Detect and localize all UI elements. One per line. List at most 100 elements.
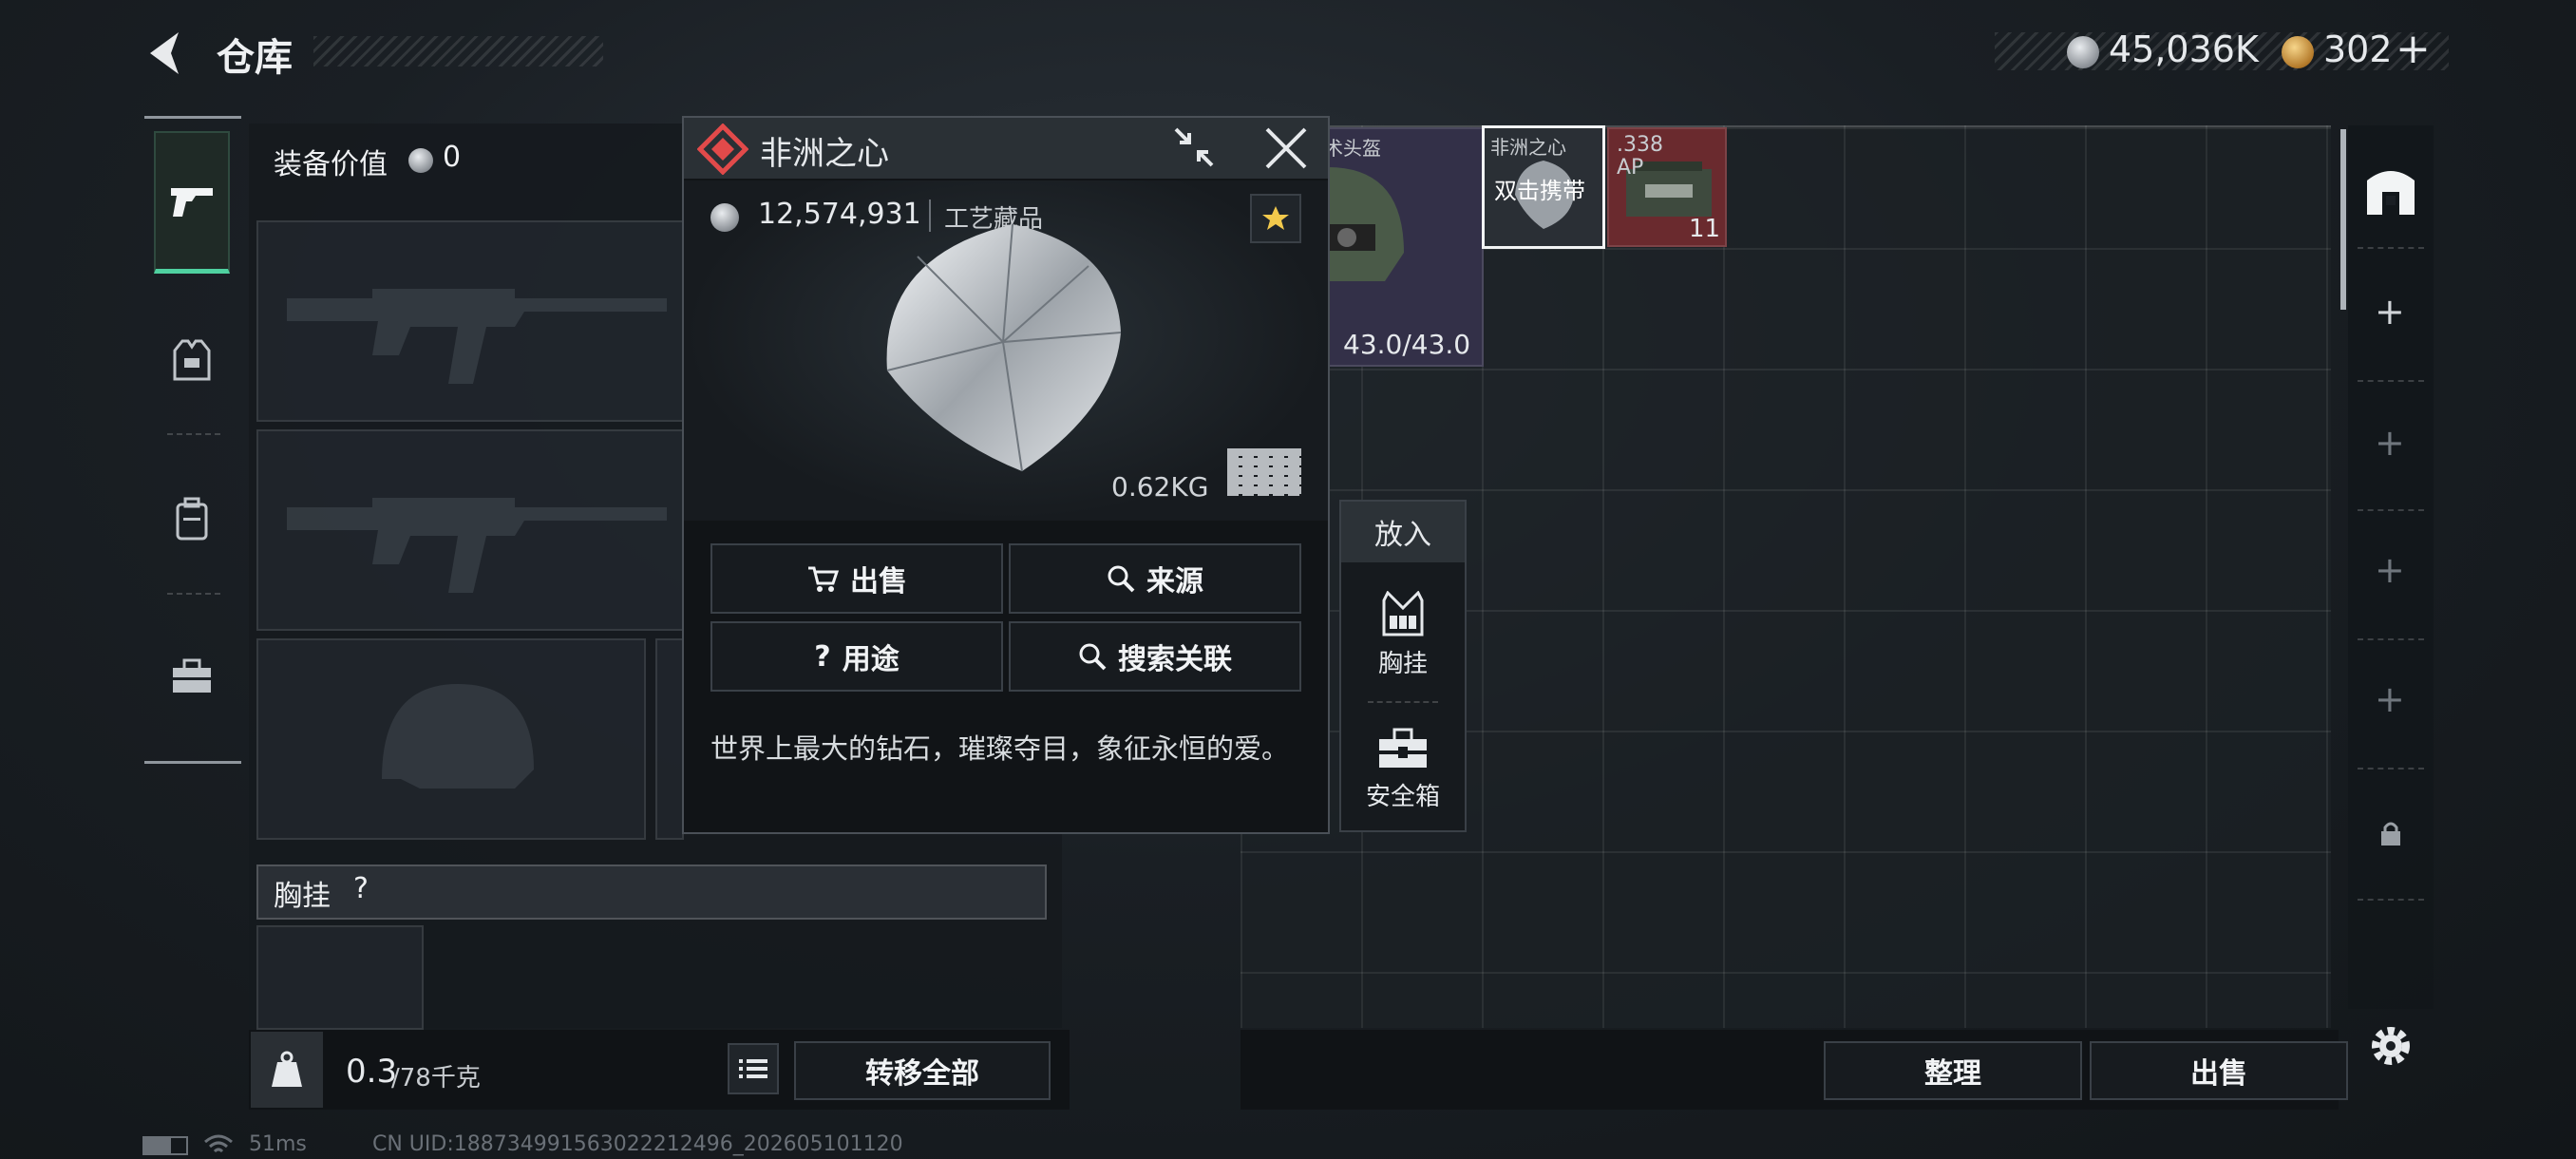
helmet-icon bbox=[382, 684, 534, 788]
sell-selected-button[interactable]: 出售 bbox=[2090, 1041, 2348, 1100]
close-popup-button[interactable] bbox=[1261, 124, 1311, 173]
silver-coin-icon bbox=[710, 203, 739, 232]
rail-divider bbox=[2358, 768, 2424, 770]
add-currency-button[interactable]: + bbox=[2396, 25, 2431, 73]
rail-divider bbox=[2358, 638, 2424, 640]
toolbox-icon bbox=[173, 658, 211, 693]
ping: 51ms bbox=[249, 1132, 307, 1156]
cart-icon bbox=[808, 566, 839, 592]
silver-currency-value: 45,036K bbox=[2109, 28, 2259, 70]
question-icon: ? bbox=[814, 639, 831, 674]
item-size-grid-icon bbox=[1227, 448, 1301, 496]
battery-icon bbox=[142, 1136, 188, 1155]
kg-weight-icon bbox=[272, 1051, 302, 1087]
diamond-item[interactable]: 非洲之心 双击携带 bbox=[1482, 125, 1605, 249]
category-case[interactable] bbox=[154, 638, 230, 714]
favorite-button[interactable] bbox=[1250, 194, 1301, 243]
ammo-count: 11 bbox=[1689, 215, 1721, 243]
rifle-icon bbox=[287, 289, 667, 384]
weight-icon-box bbox=[251, 1032, 323, 1108]
collapse-arrows-icon bbox=[1174, 127, 1214, 167]
rarity-diamond-icon bbox=[697, 124, 748, 175]
helmet-durability: 43.0/43.0 bbox=[1343, 329, 1471, 360]
add-storage-button[interactable]: + bbox=[2375, 291, 2405, 332]
source-button[interactable]: 来源 bbox=[1009, 543, 1301, 614]
vest-icon bbox=[173, 339, 211, 381]
settings-button[interactable] bbox=[2365, 1020, 2416, 1072]
diamond-item-label: 非洲之心 bbox=[1490, 136, 1566, 159]
chest-rig-help-button[interactable]: ? bbox=[353, 872, 369, 905]
safe-box-icon bbox=[1379, 728, 1427, 768]
category-backpack[interactable] bbox=[154, 481, 230, 557]
put-into-safe-box[interactable]: 安全箱 bbox=[1341, 718, 1465, 825]
equip-value-label: 装备价值 bbox=[274, 148, 388, 181]
organize-button[interactable]: 整理 bbox=[1824, 1041, 2082, 1100]
source-button-label: 来源 bbox=[1146, 565, 1203, 598]
storage-page-1[interactable] bbox=[2358, 158, 2424, 224]
add-storage-button[interactable]: + bbox=[2375, 549, 2405, 591]
search-icon bbox=[1079, 643, 1107, 671]
sell-button[interactable]: 出售 bbox=[710, 543, 1003, 614]
title-decoration bbox=[313, 36, 603, 66]
diamond-image bbox=[886, 223, 1122, 472]
current-weight: 0.3 bbox=[346, 1053, 398, 1091]
item-description: 世界上最大的钻石，璀璨夺目，象征永恒的爱。 bbox=[710, 732, 1290, 765]
close-icon bbox=[1265, 127, 1307, 169]
popup-title: 非洲之心 bbox=[760, 135, 889, 173]
backpack-icon bbox=[176, 497, 208, 541]
equip-value: 0 bbox=[443, 141, 462, 174]
list-view-button[interactable] bbox=[728, 1043, 779, 1094]
back-arrow-icon bbox=[150, 32, 179, 74]
star-icon bbox=[1262, 206, 1289, 230]
put-into-chest-rig[interactable]: 胸挂 bbox=[1341, 583, 1465, 695]
rail-divider bbox=[2358, 380, 2424, 382]
battery-fill bbox=[144, 1138, 171, 1153]
user-uid: CN UID:18873499156302221249​6_2026051011… bbox=[372, 1132, 903, 1156]
rail-divider bbox=[2358, 899, 2424, 901]
rail-divider bbox=[2358, 247, 2424, 249]
helmet-item-label: 术头盔 bbox=[1324, 137, 1381, 160]
add-storage-button[interactable]: + bbox=[2375, 422, 2405, 464]
pistol-icon bbox=[171, 187, 213, 217]
armor-slot[interactable] bbox=[655, 638, 684, 840]
chest-rig-icon bbox=[1382, 591, 1424, 636]
grid-scrollbar[interactable] bbox=[2340, 129, 2346, 310]
rail-divider bbox=[167, 433, 220, 435]
put-into-chest-rig-label: 胸挂 bbox=[1377, 650, 1428, 678]
secondary-weapon-slot[interactable] bbox=[256, 429, 684, 631]
max-weight: /78千克 bbox=[391, 1064, 481, 1092]
minimize-popup-button[interactable] bbox=[1170, 124, 1218, 171]
helmet-slot[interactable] bbox=[256, 638, 646, 840]
usage-button[interactable]: ? 用途 bbox=[710, 621, 1003, 692]
ammo-item[interactable]: .338 AP 11 bbox=[1607, 127, 1727, 247]
warehouse-icon bbox=[2367, 171, 2415, 215]
ammo-type: AP bbox=[1617, 156, 1644, 180]
wifi-icon bbox=[204, 1134, 233, 1153]
back-button[interactable] bbox=[142, 27, 190, 80]
search-icon bbox=[1108, 565, 1135, 593]
item-weight: 0.62KG bbox=[1111, 471, 1209, 503]
put-into-title: 放入 bbox=[1341, 502, 1465, 562]
primary-weapon-slot[interactable] bbox=[256, 220, 684, 422]
sell-button-label: 出售 bbox=[850, 565, 907, 598]
search-related-button[interactable]: 搜索关联 bbox=[1009, 621, 1301, 692]
add-storage-button[interactable]: + bbox=[2375, 678, 2405, 720]
chest-rig-slot[interactable] bbox=[256, 925, 424, 1030]
rail-divider bbox=[2358, 509, 2424, 511]
rifle-icon bbox=[287, 498, 667, 593]
usage-button-label: 用途 bbox=[842, 643, 900, 676]
chest-rig-label: 胸挂 bbox=[274, 880, 331, 913]
put-into-divider bbox=[1368, 701, 1438, 703]
category-weapon[interactable] bbox=[154, 131, 230, 274]
list-icon bbox=[739, 1059, 767, 1078]
locked-storage-slot[interactable] bbox=[2377, 819, 2405, 847]
gear-icon bbox=[2372, 1027, 2410, 1065]
category-armor[interactable] bbox=[154, 323, 230, 399]
gold-currency-value: 302 bbox=[2323, 28, 2393, 70]
ammo-caliber: .338 bbox=[1617, 133, 1663, 157]
transfer-all-button[interactable]: 转移全部 bbox=[794, 1041, 1051, 1100]
gold-coin-icon bbox=[2282, 36, 2314, 68]
put-into-safe-box-label: 安全箱 bbox=[1365, 783, 1440, 811]
search-related-button-label: 搜索关联 bbox=[1118, 643, 1232, 676]
chest-rig-header bbox=[256, 864, 1047, 920]
